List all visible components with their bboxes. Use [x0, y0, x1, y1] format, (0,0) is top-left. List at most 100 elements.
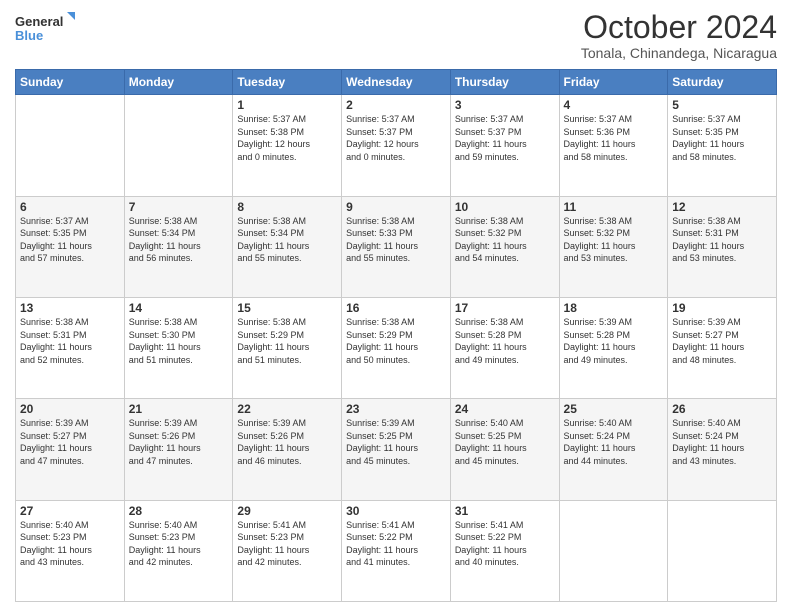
week-row-4: 27Sunrise: 5:40 AM Sunset: 5:23 PM Dayli… [16, 500, 777, 601]
day-number: 28 [129, 504, 229, 518]
calendar-cell: 25Sunrise: 5:40 AM Sunset: 5:24 PM Dayli… [559, 399, 668, 500]
cell-info: Sunrise: 5:39 AM Sunset: 5:25 PM Dayligh… [346, 417, 446, 467]
title-block: October 2024 Tonala, Chinandega, Nicarag… [581, 10, 777, 61]
cell-info: Sunrise: 5:38 AM Sunset: 5:31 PM Dayligh… [20, 316, 120, 366]
weekday-header-friday: Friday [559, 70, 668, 95]
weekday-header-saturday: Saturday [668, 70, 777, 95]
calendar-cell [124, 95, 233, 196]
month-title: October 2024 [581, 10, 777, 45]
day-number: 24 [455, 402, 555, 416]
cell-info: Sunrise: 5:37 AM Sunset: 5:37 PM Dayligh… [346, 113, 446, 163]
day-number: 5 [672, 98, 772, 112]
svg-text:General: General [15, 14, 63, 29]
day-number: 13 [20, 301, 120, 315]
day-number: 6 [20, 200, 120, 214]
calendar-cell: 24Sunrise: 5:40 AM Sunset: 5:25 PM Dayli… [450, 399, 559, 500]
cell-info: Sunrise: 5:38 AM Sunset: 5:32 PM Dayligh… [564, 215, 664, 265]
calendar-cell: 8Sunrise: 5:38 AM Sunset: 5:34 PM Daylig… [233, 196, 342, 297]
week-row-0: 1Sunrise: 5:37 AM Sunset: 5:38 PM Daylig… [16, 95, 777, 196]
calendar-cell: 18Sunrise: 5:39 AM Sunset: 5:28 PM Dayli… [559, 297, 668, 398]
cell-info: Sunrise: 5:37 AM Sunset: 5:38 PM Dayligh… [237, 113, 337, 163]
day-number: 21 [129, 402, 229, 416]
calendar-cell: 17Sunrise: 5:38 AM Sunset: 5:28 PM Dayli… [450, 297, 559, 398]
calendar-cell: 27Sunrise: 5:40 AM Sunset: 5:23 PM Dayli… [16, 500, 125, 601]
cell-info: Sunrise: 5:39 AM Sunset: 5:26 PM Dayligh… [237, 417, 337, 467]
cell-info: Sunrise: 5:38 AM Sunset: 5:31 PM Dayligh… [672, 215, 772, 265]
calendar-cell: 2Sunrise: 5:37 AM Sunset: 5:37 PM Daylig… [342, 95, 451, 196]
calendar-cell: 1Sunrise: 5:37 AM Sunset: 5:38 PM Daylig… [233, 95, 342, 196]
calendar-cell: 21Sunrise: 5:39 AM Sunset: 5:26 PM Dayli… [124, 399, 233, 500]
day-number: 12 [672, 200, 772, 214]
day-number: 17 [455, 301, 555, 315]
day-number: 20 [20, 402, 120, 416]
calendar-cell: 29Sunrise: 5:41 AM Sunset: 5:23 PM Dayli… [233, 500, 342, 601]
cell-info: Sunrise: 5:37 AM Sunset: 5:35 PM Dayligh… [20, 215, 120, 265]
calendar-cell: 14Sunrise: 5:38 AM Sunset: 5:30 PM Dayli… [124, 297, 233, 398]
calendar-cell: 30Sunrise: 5:41 AM Sunset: 5:22 PM Dayli… [342, 500, 451, 601]
cell-info: Sunrise: 5:39 AM Sunset: 5:27 PM Dayligh… [20, 417, 120, 467]
cell-info: Sunrise: 5:39 AM Sunset: 5:27 PM Dayligh… [672, 316, 772, 366]
cell-info: Sunrise: 5:38 AM Sunset: 5:33 PM Dayligh… [346, 215, 446, 265]
day-number: 1 [237, 98, 337, 112]
week-row-1: 6Sunrise: 5:37 AM Sunset: 5:35 PM Daylig… [16, 196, 777, 297]
cell-info: Sunrise: 5:40 AM Sunset: 5:24 PM Dayligh… [672, 417, 772, 467]
calendar-cell: 19Sunrise: 5:39 AM Sunset: 5:27 PM Dayli… [668, 297, 777, 398]
day-number: 8 [237, 200, 337, 214]
day-number: 16 [346, 301, 446, 315]
day-number: 31 [455, 504, 555, 518]
weekday-header-thursday: Thursday [450, 70, 559, 95]
cell-info: Sunrise: 5:40 AM Sunset: 5:25 PM Dayligh… [455, 417, 555, 467]
calendar-cell [559, 500, 668, 601]
calendar-cell: 4Sunrise: 5:37 AM Sunset: 5:36 PM Daylig… [559, 95, 668, 196]
weekday-header-wednesday: Wednesday [342, 70, 451, 95]
calendar-cell: 22Sunrise: 5:39 AM Sunset: 5:26 PM Dayli… [233, 399, 342, 500]
cell-info: Sunrise: 5:38 AM Sunset: 5:28 PM Dayligh… [455, 316, 555, 366]
day-number: 10 [455, 200, 555, 214]
page: General Blue October 2024 Tonala, Chinan… [0, 0, 792, 612]
day-number: 7 [129, 200, 229, 214]
calendar-cell: 15Sunrise: 5:38 AM Sunset: 5:29 PM Dayli… [233, 297, 342, 398]
logo: General Blue [15, 10, 75, 46]
cell-info: Sunrise: 5:38 AM Sunset: 5:29 PM Dayligh… [346, 316, 446, 366]
day-number: 25 [564, 402, 664, 416]
day-number: 15 [237, 301, 337, 315]
weekday-header-tuesday: Tuesday [233, 70, 342, 95]
day-number: 3 [455, 98, 555, 112]
weekday-header-sunday: Sunday [16, 70, 125, 95]
calendar-cell: 23Sunrise: 5:39 AM Sunset: 5:25 PM Dayli… [342, 399, 451, 500]
calendar: SundayMondayTuesdayWednesdayThursdayFrid… [15, 69, 777, 602]
cell-info: Sunrise: 5:38 AM Sunset: 5:32 PM Dayligh… [455, 215, 555, 265]
cell-info: Sunrise: 5:38 AM Sunset: 5:29 PM Dayligh… [237, 316, 337, 366]
day-number: 27 [20, 504, 120, 518]
cell-info: Sunrise: 5:40 AM Sunset: 5:23 PM Dayligh… [129, 519, 229, 569]
calendar-cell: 7Sunrise: 5:38 AM Sunset: 5:34 PM Daylig… [124, 196, 233, 297]
day-number: 19 [672, 301, 772, 315]
header: General Blue October 2024 Tonala, Chinan… [15, 10, 777, 61]
day-number: 4 [564, 98, 664, 112]
day-number: 18 [564, 301, 664, 315]
cell-info: Sunrise: 5:39 AM Sunset: 5:28 PM Dayligh… [564, 316, 664, 366]
cell-info: Sunrise: 5:38 AM Sunset: 5:30 PM Dayligh… [129, 316, 229, 366]
week-row-3: 20Sunrise: 5:39 AM Sunset: 5:27 PM Dayli… [16, 399, 777, 500]
day-number: 22 [237, 402, 337, 416]
calendar-cell: 3Sunrise: 5:37 AM Sunset: 5:37 PM Daylig… [450, 95, 559, 196]
svg-text:Blue: Blue [15, 28, 43, 43]
calendar-cell: 6Sunrise: 5:37 AM Sunset: 5:35 PM Daylig… [16, 196, 125, 297]
weekday-header-row: SundayMondayTuesdayWednesdayThursdayFrid… [16, 70, 777, 95]
cell-info: Sunrise: 5:37 AM Sunset: 5:37 PM Dayligh… [455, 113, 555, 163]
day-number: 9 [346, 200, 446, 214]
calendar-cell: 31Sunrise: 5:41 AM Sunset: 5:22 PM Dayli… [450, 500, 559, 601]
cell-info: Sunrise: 5:37 AM Sunset: 5:35 PM Dayligh… [672, 113, 772, 163]
calendar-cell [668, 500, 777, 601]
cell-info: Sunrise: 5:38 AM Sunset: 5:34 PM Dayligh… [237, 215, 337, 265]
week-row-2: 13Sunrise: 5:38 AM Sunset: 5:31 PM Dayli… [16, 297, 777, 398]
calendar-cell: 26Sunrise: 5:40 AM Sunset: 5:24 PM Dayli… [668, 399, 777, 500]
calendar-cell: 13Sunrise: 5:38 AM Sunset: 5:31 PM Dayli… [16, 297, 125, 398]
calendar-cell: 20Sunrise: 5:39 AM Sunset: 5:27 PM Dayli… [16, 399, 125, 500]
cell-info: Sunrise: 5:40 AM Sunset: 5:23 PM Dayligh… [20, 519, 120, 569]
day-number: 14 [129, 301, 229, 315]
day-number: 26 [672, 402, 772, 416]
cell-info: Sunrise: 5:37 AM Sunset: 5:36 PM Dayligh… [564, 113, 664, 163]
calendar-cell: 9Sunrise: 5:38 AM Sunset: 5:33 PM Daylig… [342, 196, 451, 297]
cell-info: Sunrise: 5:41 AM Sunset: 5:22 PM Dayligh… [346, 519, 446, 569]
